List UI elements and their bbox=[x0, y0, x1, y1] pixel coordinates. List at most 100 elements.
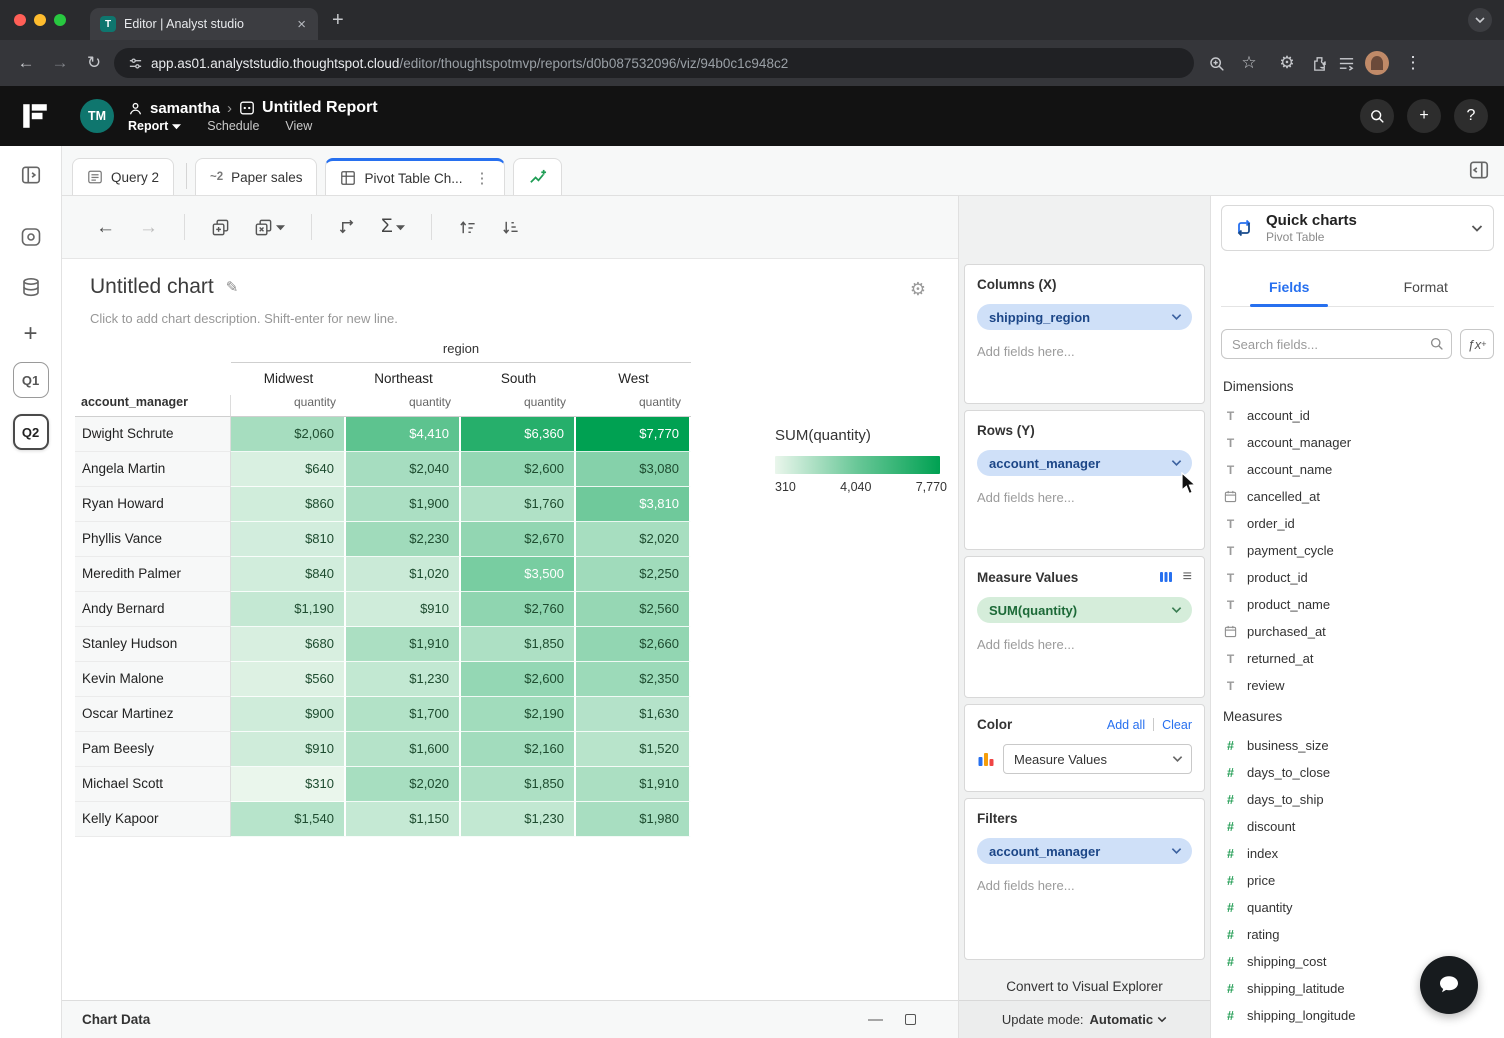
pivot-row-label[interactable]: Dwight Schrute bbox=[75, 417, 231, 452]
pivot-value-cell[interactable]: $1,910 bbox=[346, 627, 461, 662]
field-item-business_size[interactable]: #business_size bbox=[1221, 732, 1494, 759]
columns-layout-icon[interactable] bbox=[1159, 570, 1173, 584]
pivot-value-cell[interactable]: $1,020 bbox=[346, 557, 461, 592]
menu-view[interactable]: View bbox=[285, 119, 312, 133]
pivot-value-cell[interactable]: $910 bbox=[346, 592, 461, 627]
edit-title-icon[interactable]: ✎ bbox=[226, 278, 239, 296]
add-query-button[interactable]: + bbox=[23, 322, 37, 346]
site-info-icon[interactable] bbox=[128, 56, 143, 71]
pivot-value-cell[interactable]: $3,500 bbox=[461, 557, 576, 592]
pivot-value-cell[interactable]: $3,080 bbox=[576, 452, 691, 487]
pivot-value-cell[interactable]: $2,600 bbox=[461, 662, 576, 697]
tab-format[interactable]: Format bbox=[1358, 267, 1495, 306]
pivot-value-cell[interactable]: $2,350 bbox=[576, 662, 691, 697]
browser-menu-kebab-icon[interactable]: ⋮ bbox=[1399, 49, 1427, 77]
field-chip-account-manager[interactable]: account_manager bbox=[977, 450, 1192, 476]
rows-layout-icon[interactable]: ≡ bbox=[1183, 569, 1192, 585]
zoom-window-button[interactable] bbox=[54, 14, 66, 26]
redo-icon[interactable]: → bbox=[139, 218, 158, 237]
pivot-value-cell[interactable]: $2,600 bbox=[461, 452, 576, 487]
breadcrumb-user[interactable]: samantha bbox=[150, 100, 220, 117]
pivot-value-cell[interactable]: $1,150 bbox=[346, 802, 461, 837]
pivot-value-cell[interactable]: $6,360 bbox=[461, 417, 576, 452]
browser-back-icon[interactable]: ← bbox=[12, 49, 40, 77]
pivot-value-cell[interactable]: $1,230 bbox=[346, 662, 461, 697]
pivot-value-cell[interactable]: $3,810 bbox=[576, 487, 691, 522]
pivot-value-cell[interactable]: $1,520 bbox=[576, 732, 691, 767]
collapse-panel-icon[interactable] bbox=[20, 164, 42, 186]
pivot-row-label[interactable]: Pam Beesly bbox=[75, 732, 231, 767]
pivot-value-cell[interactable]: $2,160 bbox=[461, 732, 576, 767]
pivot-row-label[interactable]: Angela Martin bbox=[75, 452, 231, 487]
pivot-row-label[interactable]: Ryan Howard bbox=[75, 487, 231, 522]
chevron-down-icon[interactable] bbox=[1171, 606, 1182, 614]
pivot-row-label[interactable]: Michael Scott bbox=[75, 767, 231, 802]
pivot-value-cell[interactable]: $560 bbox=[231, 662, 346, 697]
chevron-down-icon[interactable] bbox=[1171, 459, 1182, 467]
add-fields-dropzone[interactable]: Add fields here... bbox=[977, 490, 1192, 505]
pivot-value-cell[interactable]: $2,230 bbox=[346, 522, 461, 557]
avatar[interactable]: TM bbox=[80, 99, 114, 133]
chevron-down-icon[interactable] bbox=[1471, 224, 1483, 233]
add-fields-dropzone[interactable]: Add fields here... bbox=[977, 637, 1192, 652]
transpose-icon[interactable] bbox=[338, 218, 357, 237]
clear-link[interactable]: Clear bbox=[1162, 718, 1192, 732]
field-item-review[interactable]: Treview bbox=[1221, 672, 1494, 699]
browser-reload-icon[interactable]: ↻ bbox=[80, 49, 108, 77]
field-item-product_name[interactable]: Tproduct_name bbox=[1221, 591, 1494, 618]
tab-paper-sales[interactable]: ~2 Paper sales bbox=[195, 158, 317, 195]
add-fields-dropzone[interactable]: Add fields here... bbox=[977, 878, 1192, 893]
pivot-value-cell[interactable]: $840 bbox=[231, 557, 346, 592]
field-item-account_manager[interactable]: Taccount_manager bbox=[1221, 429, 1494, 456]
zoom-icon[interactable] bbox=[1208, 55, 1225, 72]
pivot-value-cell[interactable]: $4,410 bbox=[346, 417, 461, 452]
bookmark-star-icon[interactable]: ☆ bbox=[1235, 49, 1263, 77]
pivot-value-cell[interactable]: $2,060 bbox=[231, 417, 346, 452]
browser-profile-avatar[interactable] bbox=[1365, 51, 1389, 75]
window-controls[interactable] bbox=[14, 14, 66, 26]
help-chat-button[interactable] bbox=[1420, 956, 1478, 1014]
pivot-row-label[interactable]: Phyllis Vance bbox=[75, 522, 231, 557]
query-2-badge[interactable]: Q2 bbox=[13, 414, 49, 450]
maximize-panel-icon[interactable] bbox=[905, 1014, 916, 1025]
color-by-select[interactable]: Measure Values bbox=[1003, 744, 1192, 774]
pivot-value-cell[interactable]: $1,600 bbox=[346, 732, 461, 767]
add-fields-dropzone[interactable]: Add fields here... bbox=[977, 344, 1192, 359]
measure-chip-sum-quantity[interactable]: SUM(quantity) bbox=[977, 597, 1192, 623]
browser-tab[interactable]: T Editor | Analyst studio × bbox=[90, 8, 318, 40]
pivot-value-cell[interactable]: $640 bbox=[231, 452, 346, 487]
tab-pivot-table-chart[interactable]: Pivot Table Ch... ⋮ bbox=[325, 158, 504, 195]
field-item-discount[interactable]: #discount bbox=[1221, 813, 1494, 840]
field-item-account_name[interactable]: Taccount_name bbox=[1221, 456, 1494, 483]
duplicate-viz-icon[interactable] bbox=[211, 218, 230, 237]
pivot-value-cell[interactable]: $900 bbox=[231, 697, 346, 732]
sort-ascending-icon[interactable] bbox=[458, 218, 477, 237]
pivot-value-cell[interactable]: $680 bbox=[231, 627, 346, 662]
pivot-value-cell[interactable]: $1,630 bbox=[576, 697, 691, 732]
pivot-value-cell[interactable]: $2,660 bbox=[576, 627, 691, 662]
field-item-price[interactable]: #price bbox=[1221, 867, 1494, 894]
data-sources-icon[interactable] bbox=[20, 276, 42, 298]
pivot-value-cell[interactable]: $1,190 bbox=[231, 592, 346, 627]
field-item-payment_cycle[interactable]: Tpayment_cycle bbox=[1221, 537, 1494, 564]
pivot-row-label[interactable]: Stanley Hudson bbox=[75, 627, 231, 662]
gear-icon[interactable]: ⚙ bbox=[1273, 49, 1301, 77]
chevron-down-icon[interactable] bbox=[1171, 847, 1182, 855]
pivot-value-cell[interactable]: $2,040 bbox=[346, 452, 461, 487]
close-tab-icon[interactable]: × bbox=[295, 16, 308, 33]
aggregate-icon[interactable]: Σ bbox=[381, 216, 405, 238]
pivot-value-cell[interactable]: $1,700 bbox=[346, 697, 461, 732]
new-tab-button[interactable]: + bbox=[332, 10, 344, 30]
pivot-value-cell[interactable]: $810 bbox=[231, 522, 346, 557]
pivot-value-cell[interactable]: $2,020 bbox=[576, 522, 691, 557]
pivot-value-cell[interactable]: $910 bbox=[231, 732, 346, 767]
minimize-window-button[interactable] bbox=[34, 14, 46, 26]
pivot-row-label[interactable]: Andy Bernard bbox=[75, 592, 231, 627]
browser-forward-icon[interactable]: → bbox=[46, 49, 74, 77]
add-formula-button[interactable]: ƒx+ bbox=[1460, 329, 1494, 359]
tab-fields[interactable]: Fields bbox=[1221, 267, 1358, 306]
field-item-quantity[interactable]: #quantity bbox=[1221, 894, 1494, 921]
report-title[interactable]: Untitled Report bbox=[262, 99, 378, 117]
pivot-value-cell[interactable]: $860 bbox=[231, 487, 346, 522]
pivot-value-cell[interactable]: $2,020 bbox=[346, 767, 461, 802]
